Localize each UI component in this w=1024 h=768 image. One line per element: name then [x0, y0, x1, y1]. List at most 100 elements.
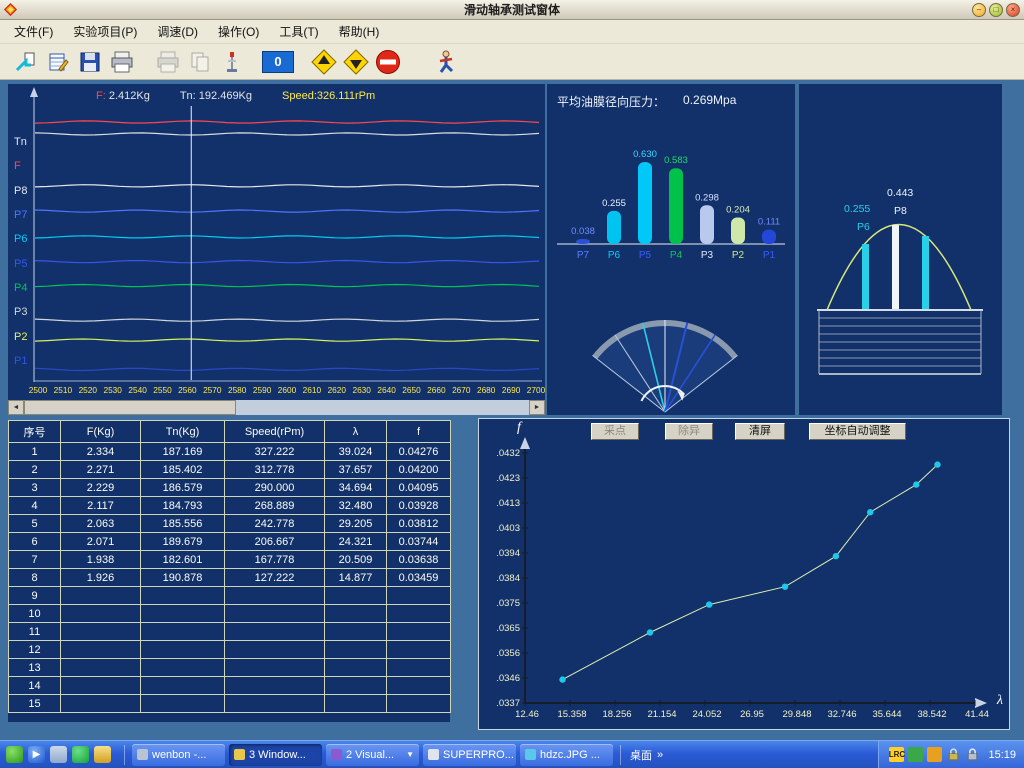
- print-icon: [109, 50, 135, 74]
- strip-x-tick: 2650: [402, 385, 421, 395]
- table-row[interactable]: 14: [9, 677, 451, 695]
- bearing-gauge-diagram: [547, 285, 795, 415]
- table-cell: [325, 623, 387, 641]
- table-cell: [141, 641, 225, 659]
- table-cell: 10: [9, 605, 61, 623]
- menu-item[interactable]: 帮助(H): [329, 19, 390, 44]
- table-row[interactable]: 32.229186.579290.00034.6940.04095: [9, 479, 451, 497]
- speed-down-button[interactable]: [340, 47, 372, 77]
- strip-x-tick: 2590: [253, 385, 272, 395]
- table-cell: [61, 605, 141, 623]
- pressure-bar-value: 0.298: [695, 192, 719, 203]
- table-cell: 184.793: [141, 497, 225, 515]
- table-cell: 290.000: [225, 479, 325, 497]
- task-button[interactable]: 2 Visual...▼: [326, 744, 419, 766]
- table-row[interactable]: 42.117184.793268.88932.4800.03928: [9, 497, 451, 515]
- menu-item[interactable]: 文件(F): [4, 19, 63, 44]
- calibrate-button[interactable]: [216, 47, 248, 77]
- open-button[interactable]: [10, 47, 42, 77]
- table-cell: 2: [9, 461, 61, 479]
- table-row[interactable]: 62.071189.679206.66724.3210.03744: [9, 533, 451, 551]
- f-readout-value: 2.412Kg: [109, 90, 150, 102]
- show-desktop-icon[interactable]: [50, 746, 67, 763]
- notebook-button[interactable]: [42, 47, 74, 77]
- strip-x-tick: 2580: [228, 385, 247, 395]
- scatter-y-tick: .0384: [496, 573, 520, 584]
- table-row[interactable]: 22.271185.402312.77837.6570.04200: [9, 461, 451, 479]
- pencil-tray-icon[interactable]: [927, 747, 942, 762]
- series-line-P4: [35, 285, 539, 287]
- profile-bar-P6: [862, 244, 869, 309]
- table-row[interactable]: 11: [9, 623, 451, 641]
- table-cell: 242.778: [225, 515, 325, 533]
- task-button[interactable]: wenbon -...: [132, 744, 225, 766]
- table-row[interactable]: 13: [9, 659, 451, 677]
- table-cell: 9: [9, 587, 61, 605]
- menu-item[interactable]: 工具(T): [269, 19, 328, 44]
- messenger-icon[interactable]: [72, 746, 89, 763]
- task-button-label: wenbon -...: [152, 749, 206, 761]
- chevron-right-icon[interactable]: »: [657, 749, 663, 761]
- table-row[interactable]: 10: [9, 605, 451, 623]
- save-button[interactable]: [74, 47, 106, 77]
- series-line-P5: [35, 261, 539, 263]
- minimize-button[interactable]: –: [972, 3, 986, 17]
- start-app-icon[interactable]: [6, 746, 23, 763]
- strip-scrollbar[interactable]: ◄ ►: [8, 400, 545, 415]
- table-cell: 6: [9, 533, 61, 551]
- lock-icon[interactable]: [946, 747, 961, 762]
- media-player-icon[interactable]: ▶: [28, 746, 45, 763]
- table-cell: [141, 623, 225, 641]
- application-window: 滑动轴承测试窗体 – □ × 文件(F)实验项目(P)调速(D)操作(O)工具(…: [0, 0, 1024, 768]
- table-row[interactable]: 9: [9, 587, 451, 605]
- menu-item[interactable]: 操作(O): [208, 19, 269, 44]
- lrc-tray-icon[interactable]: LRC: [889, 747, 904, 762]
- close-button[interactable]: ×: [1006, 3, 1020, 17]
- table-row[interactable]: 71.938182.601167.77820.5090.03638: [9, 551, 451, 569]
- task-button[interactable]: SUPERPRO...: [423, 744, 516, 766]
- copy-button[interactable]: [184, 47, 216, 77]
- table-cell: 2.063: [61, 515, 141, 533]
- table-cell: 4: [9, 497, 61, 515]
- table-cell: [387, 623, 451, 641]
- scroll-right-button[interactable]: ►: [529, 400, 545, 415]
- speed-up-button[interactable]: [308, 47, 340, 77]
- menu-item[interactable]: 调速(D): [147, 19, 208, 44]
- maximize-button[interactable]: □: [989, 3, 1003, 17]
- pressure-bar-value: 0.038: [571, 226, 595, 237]
- system-tray: LRC 15:19: [878, 741, 1024, 768]
- stop-button[interactable]: [372, 47, 404, 77]
- table-cell: 206.667: [225, 533, 325, 551]
- friction-data-point: [934, 461, 940, 467]
- print-button[interactable]: [106, 47, 138, 77]
- desktop-toolbar[interactable]: 桌面 »: [626, 747, 667, 763]
- task-button-icon: [428, 749, 439, 760]
- task-button[interactable]: hdzc.JPG ...: [520, 744, 613, 766]
- scroll-track[interactable]: [24, 400, 529, 415]
- table-cell: 0.03928: [387, 497, 451, 515]
- task-button[interactable]: 3 Window...: [229, 744, 322, 766]
- table-row[interactable]: 12.334187.169327.22239.0240.04276: [9, 443, 451, 461]
- task-group-caret-icon[interactable]: ▼: [406, 750, 414, 759]
- desktop-toolbar-label[interactable]: 桌面: [630, 747, 652, 763]
- lock-secondary-icon[interactable]: [965, 747, 980, 762]
- menu-item[interactable]: 实验项目(P): [63, 19, 147, 44]
- green-tray-icon[interactable]: [908, 747, 923, 762]
- table-cell: [141, 695, 225, 713]
- print-preview-button[interactable]: [152, 47, 184, 77]
- run-test-button[interactable]: [432, 47, 464, 77]
- quick-launch: ▶: [0, 746, 119, 763]
- table-cell: [325, 677, 387, 695]
- table-cell: 1.938: [61, 551, 141, 569]
- table-row[interactable]: 81.926190.878127.22214.8770.03459: [9, 569, 451, 587]
- table-row[interactable]: 12: [9, 641, 451, 659]
- table-row[interactable]: 52.063185.556242.77829.2050.03812: [9, 515, 451, 533]
- table-cell: [225, 587, 325, 605]
- scroll-thumb[interactable]: [24, 400, 236, 415]
- table-row[interactable]: 15: [9, 695, 451, 713]
- taskbar: ▶ wenbon -... 3 Window...2 Visual...▼SUPE…: [0, 740, 1024, 768]
- scatter-y-tick: .0356: [496, 648, 520, 659]
- scroll-left-button[interactable]: ◄: [8, 400, 24, 415]
- folder-icon[interactable]: [94, 746, 111, 763]
- profile-bar-P8: [892, 225, 899, 309]
